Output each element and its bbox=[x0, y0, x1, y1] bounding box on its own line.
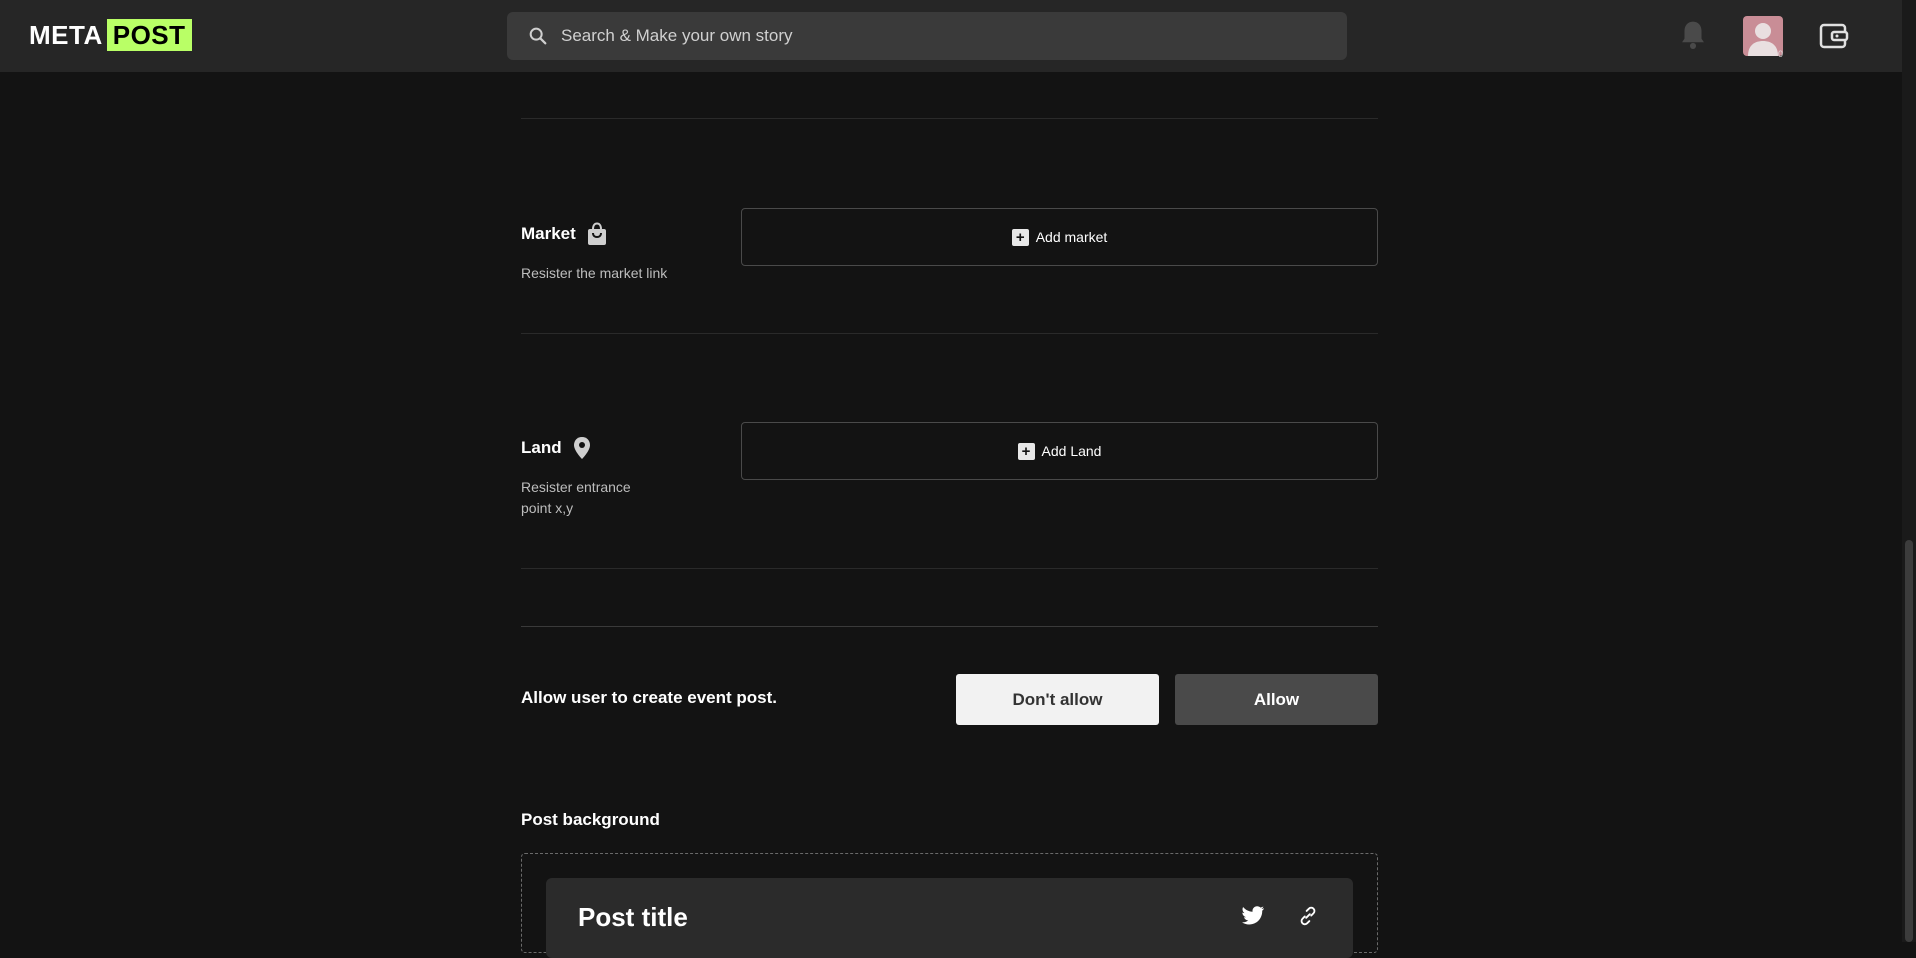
add-market-button[interactable]: + Add market bbox=[741, 208, 1378, 266]
top-bar: META POST 0 bbox=[0, 0, 1902, 72]
divider bbox=[521, 118, 1378, 119]
plus-icon: + bbox=[1017, 442, 1035, 460]
twitter-icon[interactable] bbox=[1241, 906, 1265, 926]
wallet-icon[interactable] bbox=[1818, 20, 1850, 52]
divider bbox=[521, 626, 1378, 627]
post-title: Post title bbox=[578, 902, 688, 932]
link-icon[interactable] bbox=[1297, 905, 1319, 927]
search-input[interactable] bbox=[561, 26, 1321, 46]
scrollbar-thumb[interactable] bbox=[1905, 540, 1913, 942]
search-icon bbox=[529, 27, 547, 45]
divider bbox=[521, 333, 1378, 334]
land-description-line1: Resister entrance bbox=[521, 479, 631, 495]
avatar[interactable] bbox=[1743, 16, 1783, 56]
search-bar[interactable] bbox=[507, 12, 1347, 60]
bell-icon[interactable] bbox=[1678, 18, 1708, 52]
user-silhouette-icon bbox=[1748, 23, 1778, 56]
logo-meta: META bbox=[29, 19, 103, 50]
add-market-label: Add market bbox=[1035, 229, 1108, 245]
land-description: Resister entrance point x,y bbox=[521, 477, 631, 519]
market-description: Resister the market link bbox=[521, 265, 668, 281]
plus-icon: + bbox=[1011, 228, 1029, 246]
post-background-label: Post background bbox=[521, 810, 660, 829]
market-row-title: Market bbox=[521, 222, 608, 246]
add-land-label: Add Land bbox=[1041, 443, 1102, 459]
map-pin-icon bbox=[573, 437, 590, 459]
event-permission-label: Allow user to create event post. bbox=[521, 688, 778, 707]
add-land-button[interactable]: + Add Land bbox=[741, 422, 1378, 480]
avatar-count: 0 bbox=[1778, 49, 1784, 59]
land-title: Land bbox=[521, 438, 562, 457]
divider bbox=[521, 568, 1378, 569]
land-description-line2: point x,y bbox=[521, 500, 574, 516]
logo[interactable]: META POST bbox=[29, 19, 192, 51]
market-title: Market bbox=[521, 224, 576, 243]
allow-button[interactable]: Allow bbox=[1175, 674, 1378, 725]
dont-allow-button[interactable]: Don't allow bbox=[956, 674, 1159, 725]
shopping-bag-icon bbox=[587, 222, 606, 245]
logo-post: POST bbox=[106, 19, 192, 51]
land-row-title: Land bbox=[521, 436, 592, 460]
